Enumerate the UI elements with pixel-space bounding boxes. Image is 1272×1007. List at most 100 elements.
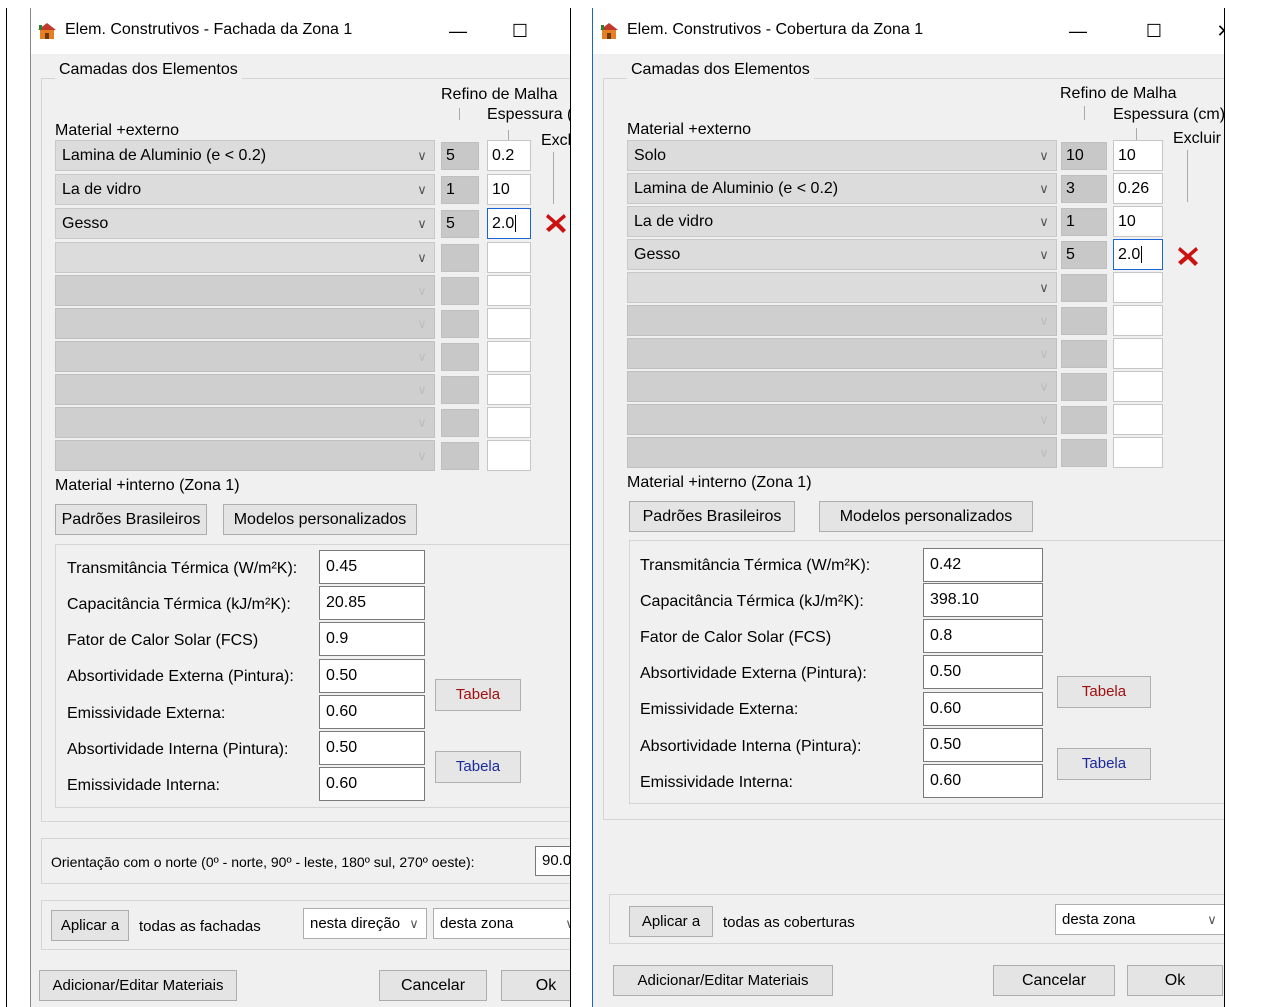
material-select[interactable]: Lamina de Aluminio (e < 0.2) ∨: [55, 140, 435, 171]
tabela-externa-button[interactable]: Tabela: [435, 679, 521, 711]
zona-select[interactable]: desta zona ∨: [1055, 904, 1224, 935]
espessura-field[interactable]: [487, 341, 531, 372]
espessura-field[interactable]: [487, 407, 531, 438]
emissividade-externa-field[interactable]: 0.60: [319, 695, 425, 729]
espessura-field[interactable]: 0.2: [487, 140, 531, 171]
material-select[interactable]: ∨: [55, 275, 435, 306]
espessura-field[interactable]: 0.26: [1113, 173, 1163, 204]
espessura-field[interactable]: [487, 275, 531, 306]
refino-field[interactable]: [441, 310, 479, 338]
refino-field[interactable]: 10: [1061, 142, 1107, 170]
material-select[interactable]: ∨: [627, 305, 1057, 336]
ok-button[interactable]: Ok: [501, 970, 570, 1001]
emissividade-interna-field[interactable]: 0.60: [923, 764, 1043, 798]
minimize-button[interactable]: —: [443, 18, 473, 44]
absortividade-interna-field[interactable]: 0.50: [923, 728, 1043, 762]
tabela-externa-button[interactable]: Tabela: [1057, 676, 1151, 708]
cancelar-button[interactable]: Cancelar: [993, 965, 1115, 996]
absortividade-externa-field[interactable]: 0.50: [923, 655, 1043, 689]
cancelar-button[interactable]: Cancelar: [379, 970, 487, 1001]
refino-field[interactable]: [1061, 373, 1107, 401]
espessura-field[interactable]: [1113, 371, 1163, 402]
absortividade-externa-field[interactable]: 0.50: [319, 659, 425, 693]
maximize-button[interactable]: ☐: [1139, 18, 1169, 44]
capacitancia-field[interactable]: 20.85: [319, 586, 425, 620]
absortividade-interna-field[interactable]: 0.50: [319, 731, 425, 765]
close-button[interactable]: ✕: [1209, 18, 1224, 44]
refino-field[interactable]: 1: [441, 176, 479, 204]
refino-field[interactable]: 5: [1061, 241, 1107, 269]
refino-field[interactable]: [1061, 307, 1107, 335]
refino-field[interactable]: [441, 277, 479, 305]
refino-field[interactable]: [441, 244, 479, 272]
material-select[interactable]: ∨: [627, 371, 1057, 402]
ok-button[interactable]: Ok: [1127, 965, 1223, 996]
material-select[interactable]: ∨: [627, 404, 1057, 435]
material-select[interactable]: La de vidro ∨: [627, 206, 1057, 237]
title-bar[interactable]: Elem. Construtivos - Fachada da Zona 1 —…: [31, 8, 570, 54]
espessura-field[interactable]: [487, 242, 531, 273]
refino-field[interactable]: [1061, 340, 1107, 368]
refino-field[interactable]: 1: [1061, 208, 1107, 236]
material-select[interactable]: Gesso ∨: [55, 208, 435, 239]
transmitancia-field[interactable]: 0.45: [319, 550, 425, 584]
espessura-field[interactable]: [1113, 437, 1163, 468]
adicionar-editar-materiais-button[interactable]: Adicionar/Editar Materiais: [613, 965, 833, 996]
espessura-field[interactable]: [1113, 404, 1163, 435]
material-select[interactable]: Lamina de Aluminio (e < 0.2) ∨: [627, 173, 1057, 204]
material-select[interactable]: Gesso ∨: [627, 239, 1057, 270]
material-select[interactable]: ∨: [627, 272, 1057, 303]
espessura-field[interactable]: 2.0: [1113, 239, 1163, 270]
adicionar-editar-materiais-button[interactable]: Adicionar/Editar Materiais: [39, 970, 237, 1001]
delete-x-icon[interactable]: [543, 210, 569, 236]
espessura-field[interactable]: 10: [1113, 140, 1163, 171]
material-select[interactable]: ∨: [55, 407, 435, 438]
material-select[interactable]: ∨: [55, 440, 435, 471]
material-select[interactable]: ∨: [55, 308, 435, 339]
material-select[interactable]: ∨: [55, 341, 435, 372]
fcs-field[interactable]: 0.8: [923, 619, 1043, 653]
espessura-field[interactable]: 10: [1113, 206, 1163, 237]
capacitancia-field[interactable]: 398.10: [923, 583, 1043, 617]
tabela-interna-button[interactable]: Tabela: [1057, 748, 1151, 780]
refino-field[interactable]: 5: [441, 142, 479, 170]
material-select[interactable]: ∨: [627, 338, 1057, 369]
fcs-field[interactable]: 0.9: [319, 622, 425, 656]
modelos-personalizados-button[interactable]: Modelos personalizados: [223, 504, 417, 535]
espessura-field[interactable]: [487, 374, 531, 405]
emissividade-interna-field[interactable]: 0.60: [319, 767, 425, 801]
padroes-brasileiros-button[interactable]: Padrões Brasileiros: [629, 501, 795, 532]
tabela-interna-button[interactable]: Tabela: [435, 751, 521, 783]
espessura-field[interactable]: [487, 308, 531, 339]
refino-field[interactable]: [441, 343, 479, 371]
padroes-brasileiros-button[interactable]: Padrões Brasileiros: [55, 504, 207, 535]
maximize-button[interactable]: ☐: [505, 18, 535, 44]
refino-field[interactable]: 5: [441, 210, 479, 238]
refino-field[interactable]: [441, 442, 479, 470]
zona-select[interactable]: desta zona ∨: [433, 908, 570, 939]
refino-field[interactable]: [441, 409, 479, 437]
aplicar-button[interactable]: Aplicar a: [51, 910, 129, 941]
refino-field[interactable]: [441, 376, 479, 404]
material-select[interactable]: ∨: [55, 374, 435, 405]
espessura-field[interactable]: [1113, 338, 1163, 369]
emissividade-externa-field[interactable]: 0.60: [923, 692, 1043, 726]
orientacao-field[interactable]: 90.00: [535, 846, 570, 876]
refino-field[interactable]: 3: [1061, 175, 1107, 203]
refino-field[interactable]: [1061, 406, 1107, 434]
material-select[interactable]: ∨: [627, 437, 1057, 468]
espessura-field[interactable]: [1113, 272, 1163, 303]
minimize-button[interactable]: —: [1063, 18, 1093, 44]
material-select[interactable]: ∨: [55, 242, 435, 273]
material-select[interactable]: La de vidro ∨: [55, 174, 435, 205]
delete-x-icon[interactable]: [1175, 243, 1201, 269]
espessura-field[interactable]: [1113, 305, 1163, 336]
espessura-field[interactable]: 2.0: [487, 208, 531, 239]
aplicar-button[interactable]: Aplicar a: [629, 906, 713, 937]
espessura-field[interactable]: [487, 440, 531, 471]
material-select[interactable]: Solo ∨: [627, 140, 1057, 171]
direcao-select[interactable]: nesta direção ∨: [303, 908, 427, 939]
modelos-personalizados-button[interactable]: Modelos personalizados: [819, 501, 1033, 532]
refino-field[interactable]: [1061, 439, 1107, 467]
title-bar[interactable]: Elem. Construtivos - Cobertura da Zona 1…: [593, 8, 1224, 54]
